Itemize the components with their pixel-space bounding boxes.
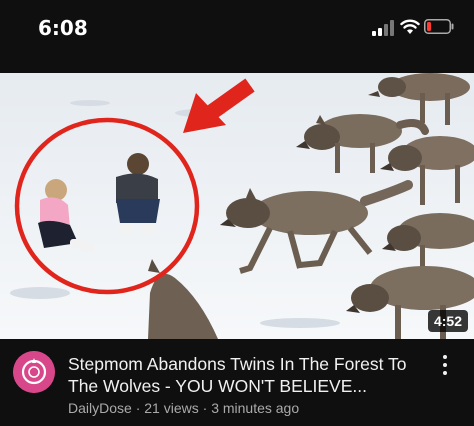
channel-avatar-icon[interactable] xyxy=(13,351,55,393)
channel-name[interactable]: DailyDose xyxy=(68,400,132,416)
signal-icon xyxy=(372,20,394,36)
battery-icon xyxy=(424,19,454,34)
status-time: 6:08 xyxy=(38,16,88,40)
video-duration: 4:52 xyxy=(427,310,468,332)
meta-separator: · xyxy=(202,400,208,416)
video-thumbnail[interactable]: 4:52 xyxy=(0,73,474,339)
wifi-icon xyxy=(400,19,420,34)
status-bar: 6:08 xyxy=(0,0,474,60)
meta-separator: · xyxy=(135,400,141,416)
view-count: 21 views xyxy=(144,400,199,416)
video-title[interactable]: Stepmom Abandons Twins In The Forest To … xyxy=(68,353,418,397)
video-subtitle: DailyDose · 21 views · 3 minutes ago xyxy=(68,400,299,416)
upload-age: 3 minutes ago xyxy=(211,400,300,416)
more-vert-icon[interactable] xyxy=(438,353,452,377)
video-meta: Stepmom Abandons Twins In The Forest To … xyxy=(0,339,474,426)
thumbnail-image xyxy=(0,73,474,339)
